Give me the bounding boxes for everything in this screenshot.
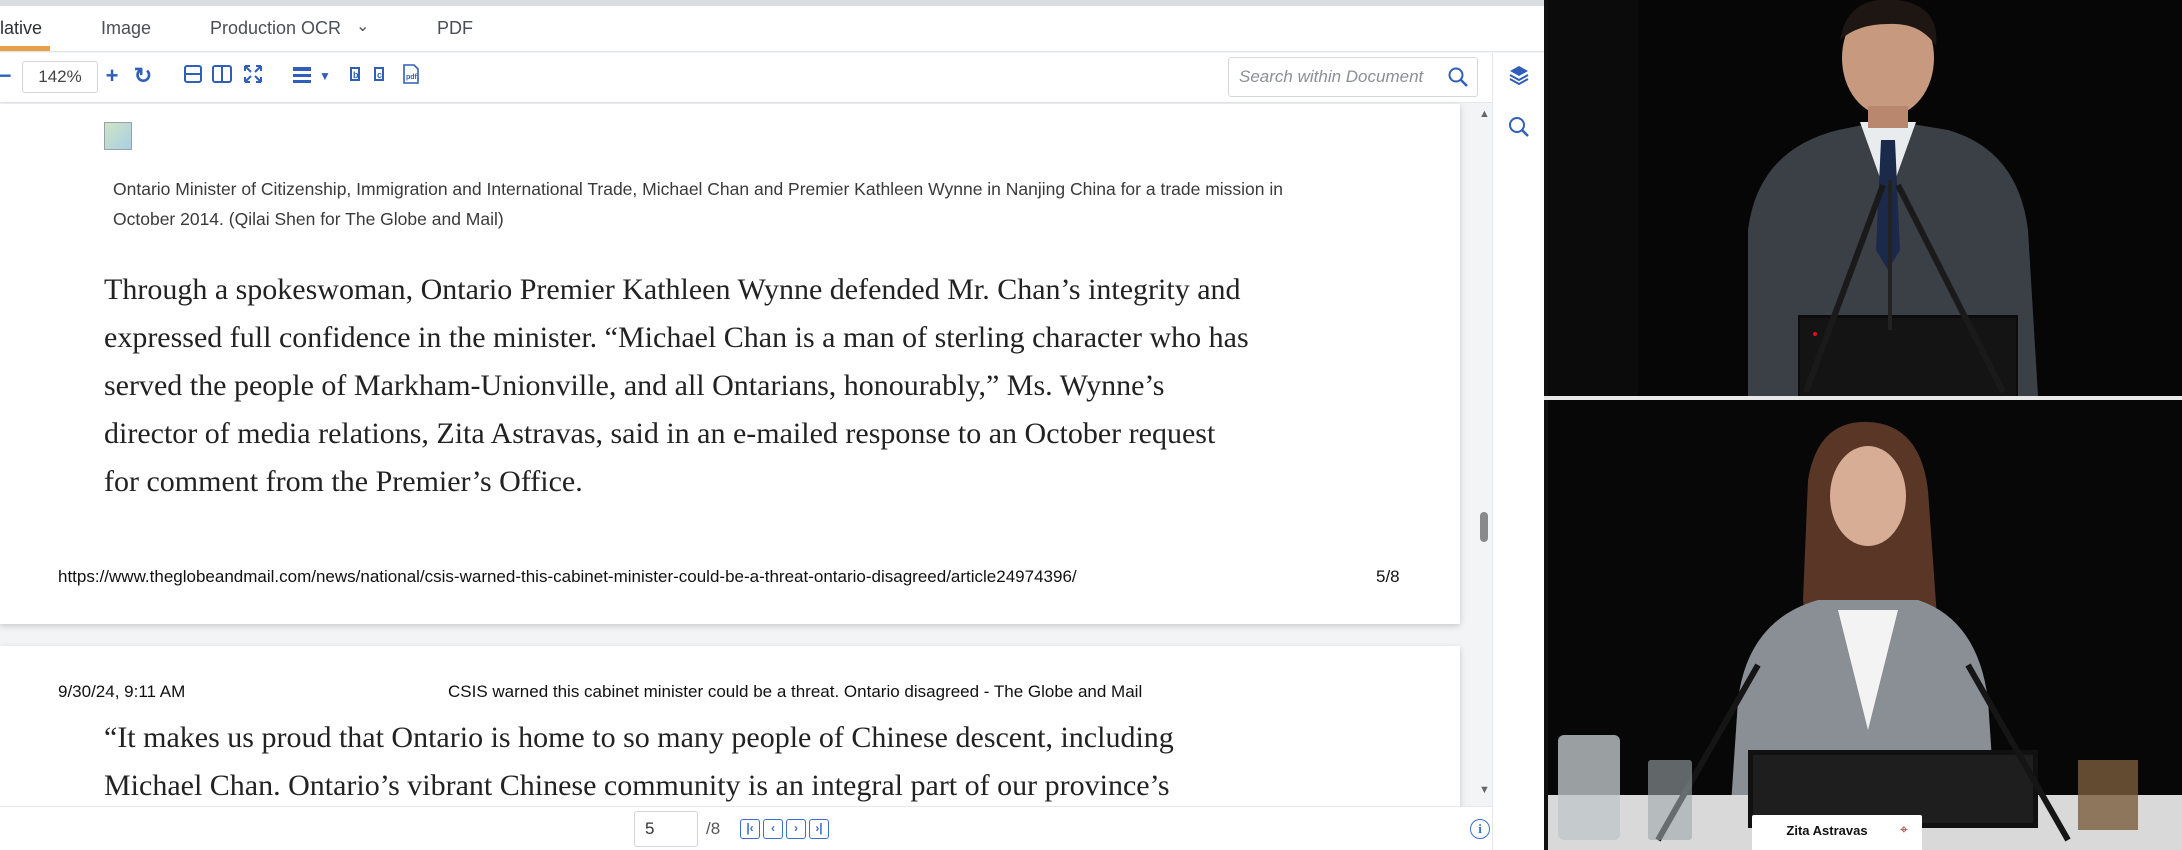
body-line: Through a spokeswoman, Ontario Premier K…: [104, 273, 1241, 306]
commission-logo-icon: ⌖: [1900, 821, 1908, 837]
document-search: [1228, 57, 1478, 97]
zoom-in-icon[interactable]: +: [99, 63, 125, 89]
fit-width-icon[interactable]: [180, 63, 206, 89]
image-tools-icon[interactable]: c: [371, 63, 397, 89]
svg-text:c: c: [377, 70, 382, 80]
body-line: director of media relations, Zita Astrav…: [104, 417, 1216, 450]
rotate-icon[interactable]: ↻: [130, 63, 156, 89]
layers-icon[interactable]: [1507, 63, 1531, 92]
page-footer-number: 5/8: [1376, 567, 1400, 586]
name-plate: Zita Astravas ⌖: [1752, 815, 1922, 850]
chevron-down-icon[interactable]: ▼: [312, 63, 338, 89]
page-navigation: 5 /8 |‹ ‹ › ›| i: [0, 806, 1492, 850]
body-paragraph: Through a spokeswoman, Ontario Premier K…: [104, 266, 1394, 506]
video-feed-speaker: [1548, 0, 2182, 396]
body-line: expressed full confidence in the ministe…: [104, 321, 1249, 354]
next-page-icon[interactable]: ›: [786, 819, 806, 839]
vertical-scrollbar[interactable]: ▲ ▼: [1476, 104, 1492, 804]
video-feed-witness: Zita Astravas ⌖: [1548, 400, 2182, 850]
fullscreen-icon[interactable]: [240, 63, 266, 89]
tab-production-ocr[interactable]: Production OCR: [210, 18, 341, 39]
two-page-icon[interactable]: [209, 63, 235, 89]
witness-figure: [1548, 400, 2182, 850]
body-line: served the people of Markham-Unionville,…: [104, 369, 1165, 402]
view-tabs: lative Image Production OCR ⌄ PDF: [0, 6, 1544, 52]
search-icon[interactable]: [1447, 66, 1469, 93]
scroll-thumb[interactable]: [1480, 512, 1488, 542]
svg-text:pdf: pdf: [406, 74, 418, 81]
info-icon[interactable]: i: [1470, 819, 1490, 839]
zoom-out-icon[interactable]: −: [0, 63, 18, 89]
page-header-date: 9/30/24, 9:11 AM: [58, 682, 186, 701]
body-paragraph: “It makes us proud that Ontario is home …: [104, 714, 1394, 810]
name-plate-label: Zita Astravas: [1786, 823, 1868, 838]
body-line: for comment from the Premier’s Office.: [104, 465, 583, 498]
document-viewer: lative Image Production OCR ⌄ PDF − 142%…: [0, 0, 1544, 850]
svg-text:b: b: [353, 70, 359, 80]
page-header-title: CSIS warned this cabinet minister could …: [448, 682, 1143, 701]
first-page-icon[interactable]: |‹: [740, 819, 760, 839]
broken-image-icon: [104, 122, 132, 150]
search-icon[interactable]: [1507, 115, 1531, 144]
scroll-up-icon[interactable]: ▲: [1479, 108, 1490, 120]
last-page-icon[interactable]: ›|: [809, 819, 829, 839]
tab-native[interactable]: lative: [0, 18, 42, 39]
tab-image[interactable]: Image: [101, 18, 151, 39]
search-input[interactable]: [1239, 58, 1439, 96]
previous-page-icon[interactable]: ‹: [763, 819, 783, 839]
photo-caption: Ontario Minister of Citizenship, Immigra…: [113, 179, 1284, 229]
side-rail: [1492, 53, 1544, 850]
speaker-figure: [1548, 0, 2182, 396]
page-total: /8: [706, 819, 721, 838]
body-line: Michael Chan. Ontario’s vibrant Chinese …: [104, 769, 1170, 802]
pdf-icon[interactable]: pdf: [398, 63, 424, 89]
page-footer-url: https://www.theglobeandmail.com/news/nat…: [58, 567, 1077, 586]
body-line: “It makes us proud that Ontario is home …: [104, 721, 1174, 754]
zoom-level-field[interactable]: 142%: [22, 61, 98, 93]
chevron-down-icon[interactable]: ⌄: [356, 16, 369, 36]
scroll-down-icon[interactable]: ▼: [1479, 784, 1490, 796]
page-number-input[interactable]: 5: [634, 811, 698, 847]
active-tab-indicator: [0, 46, 50, 51]
document-page: Ontario Minister of Citizenship, Immigra…: [0, 104, 1460, 624]
image-tools-icon[interactable]: b: [347, 63, 373, 89]
toolbar: − 142% + ↻ ▼ b c pdf: [0, 53, 1544, 103]
tab-pdf[interactable]: PDF: [437, 18, 473, 39]
